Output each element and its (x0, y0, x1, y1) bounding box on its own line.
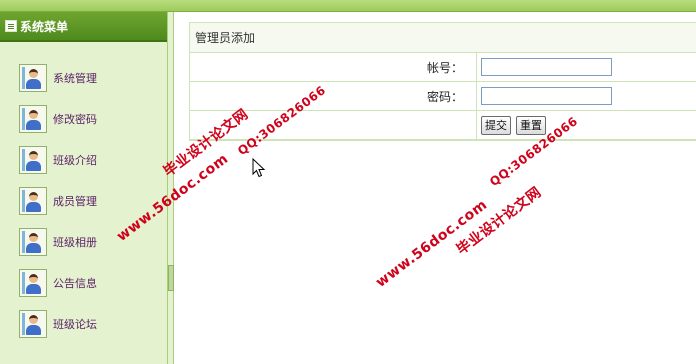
sidebar-title: 系统菜单 (20, 19, 69, 34)
user-icon (19, 186, 47, 215)
submit-button[interactable]: 提交 (481, 115, 511, 135)
password-input[interactable] (481, 87, 612, 105)
sidebar-item-forum[interactable]: 班级论坛 (0, 303, 167, 344)
reset-button[interactable]: 重置 (516, 115, 546, 135)
sidebar-item-label[interactable]: 公告信息 (53, 275, 97, 291)
sidebar-item-notices[interactable]: 公告信息 (0, 262, 167, 303)
user-icon (19, 145, 47, 174)
user-icon (19, 63, 47, 92)
sidebar-item-label[interactable]: 系统管理 (53, 70, 97, 86)
user-icon (19, 227, 47, 256)
mouse-cursor-icon (252, 158, 266, 178)
top-bar (0, 0, 696, 12)
sidebar-item-label[interactable]: 成员管理 (53, 193, 97, 209)
app-window: 系统菜单 系统管理 修改密码 班级介绍 成员管理 班级相册 公告信息 班级论坛 … (0, 0, 696, 364)
sidebar-item-password[interactable]: 修改密码 (0, 98, 167, 139)
username-input[interactable] (481, 58, 612, 76)
user-icon (19, 104, 47, 133)
user-icon (19, 268, 47, 297)
splitter-handle[interactable] (168, 265, 174, 291)
sidebar-item-label[interactable]: 修改密码 (53, 111, 97, 127)
sidebar-item-label[interactable]: 班级论坛 (53, 316, 97, 332)
sidebar-item-class-intro[interactable]: 班级介绍 (0, 139, 167, 180)
username-label: 帐号： (190, 53, 477, 81)
sidebar-item-label[interactable]: 班级相册 (53, 234, 97, 250)
sidebar-menu: 系统管理 修改密码 班级介绍 成员管理 班级相册 公告信息 班级论坛 (0, 42, 167, 344)
password-label: 密码： (190, 82, 477, 110)
user-icon (19, 309, 47, 338)
menu-list-icon (5, 20, 17, 32)
main-content: 管理员添加 帐号： 密码： 提交 重置 (175, 12, 696, 364)
password-row: 密码： (190, 82, 696, 111)
sidebar-item-system[interactable]: 系统管理 (0, 57, 167, 98)
panel-title: 管理员添加 (190, 23, 696, 53)
sidebar-item-label[interactable]: 班级介绍 (53, 152, 97, 168)
sidebar-header: 系统菜单 (0, 12, 167, 42)
sidebar: 系统菜单 系统管理 修改密码 班级介绍 成员管理 班级相册 公告信息 班级论坛 (0, 12, 168, 364)
username-row: 帐号： (190, 53, 696, 82)
